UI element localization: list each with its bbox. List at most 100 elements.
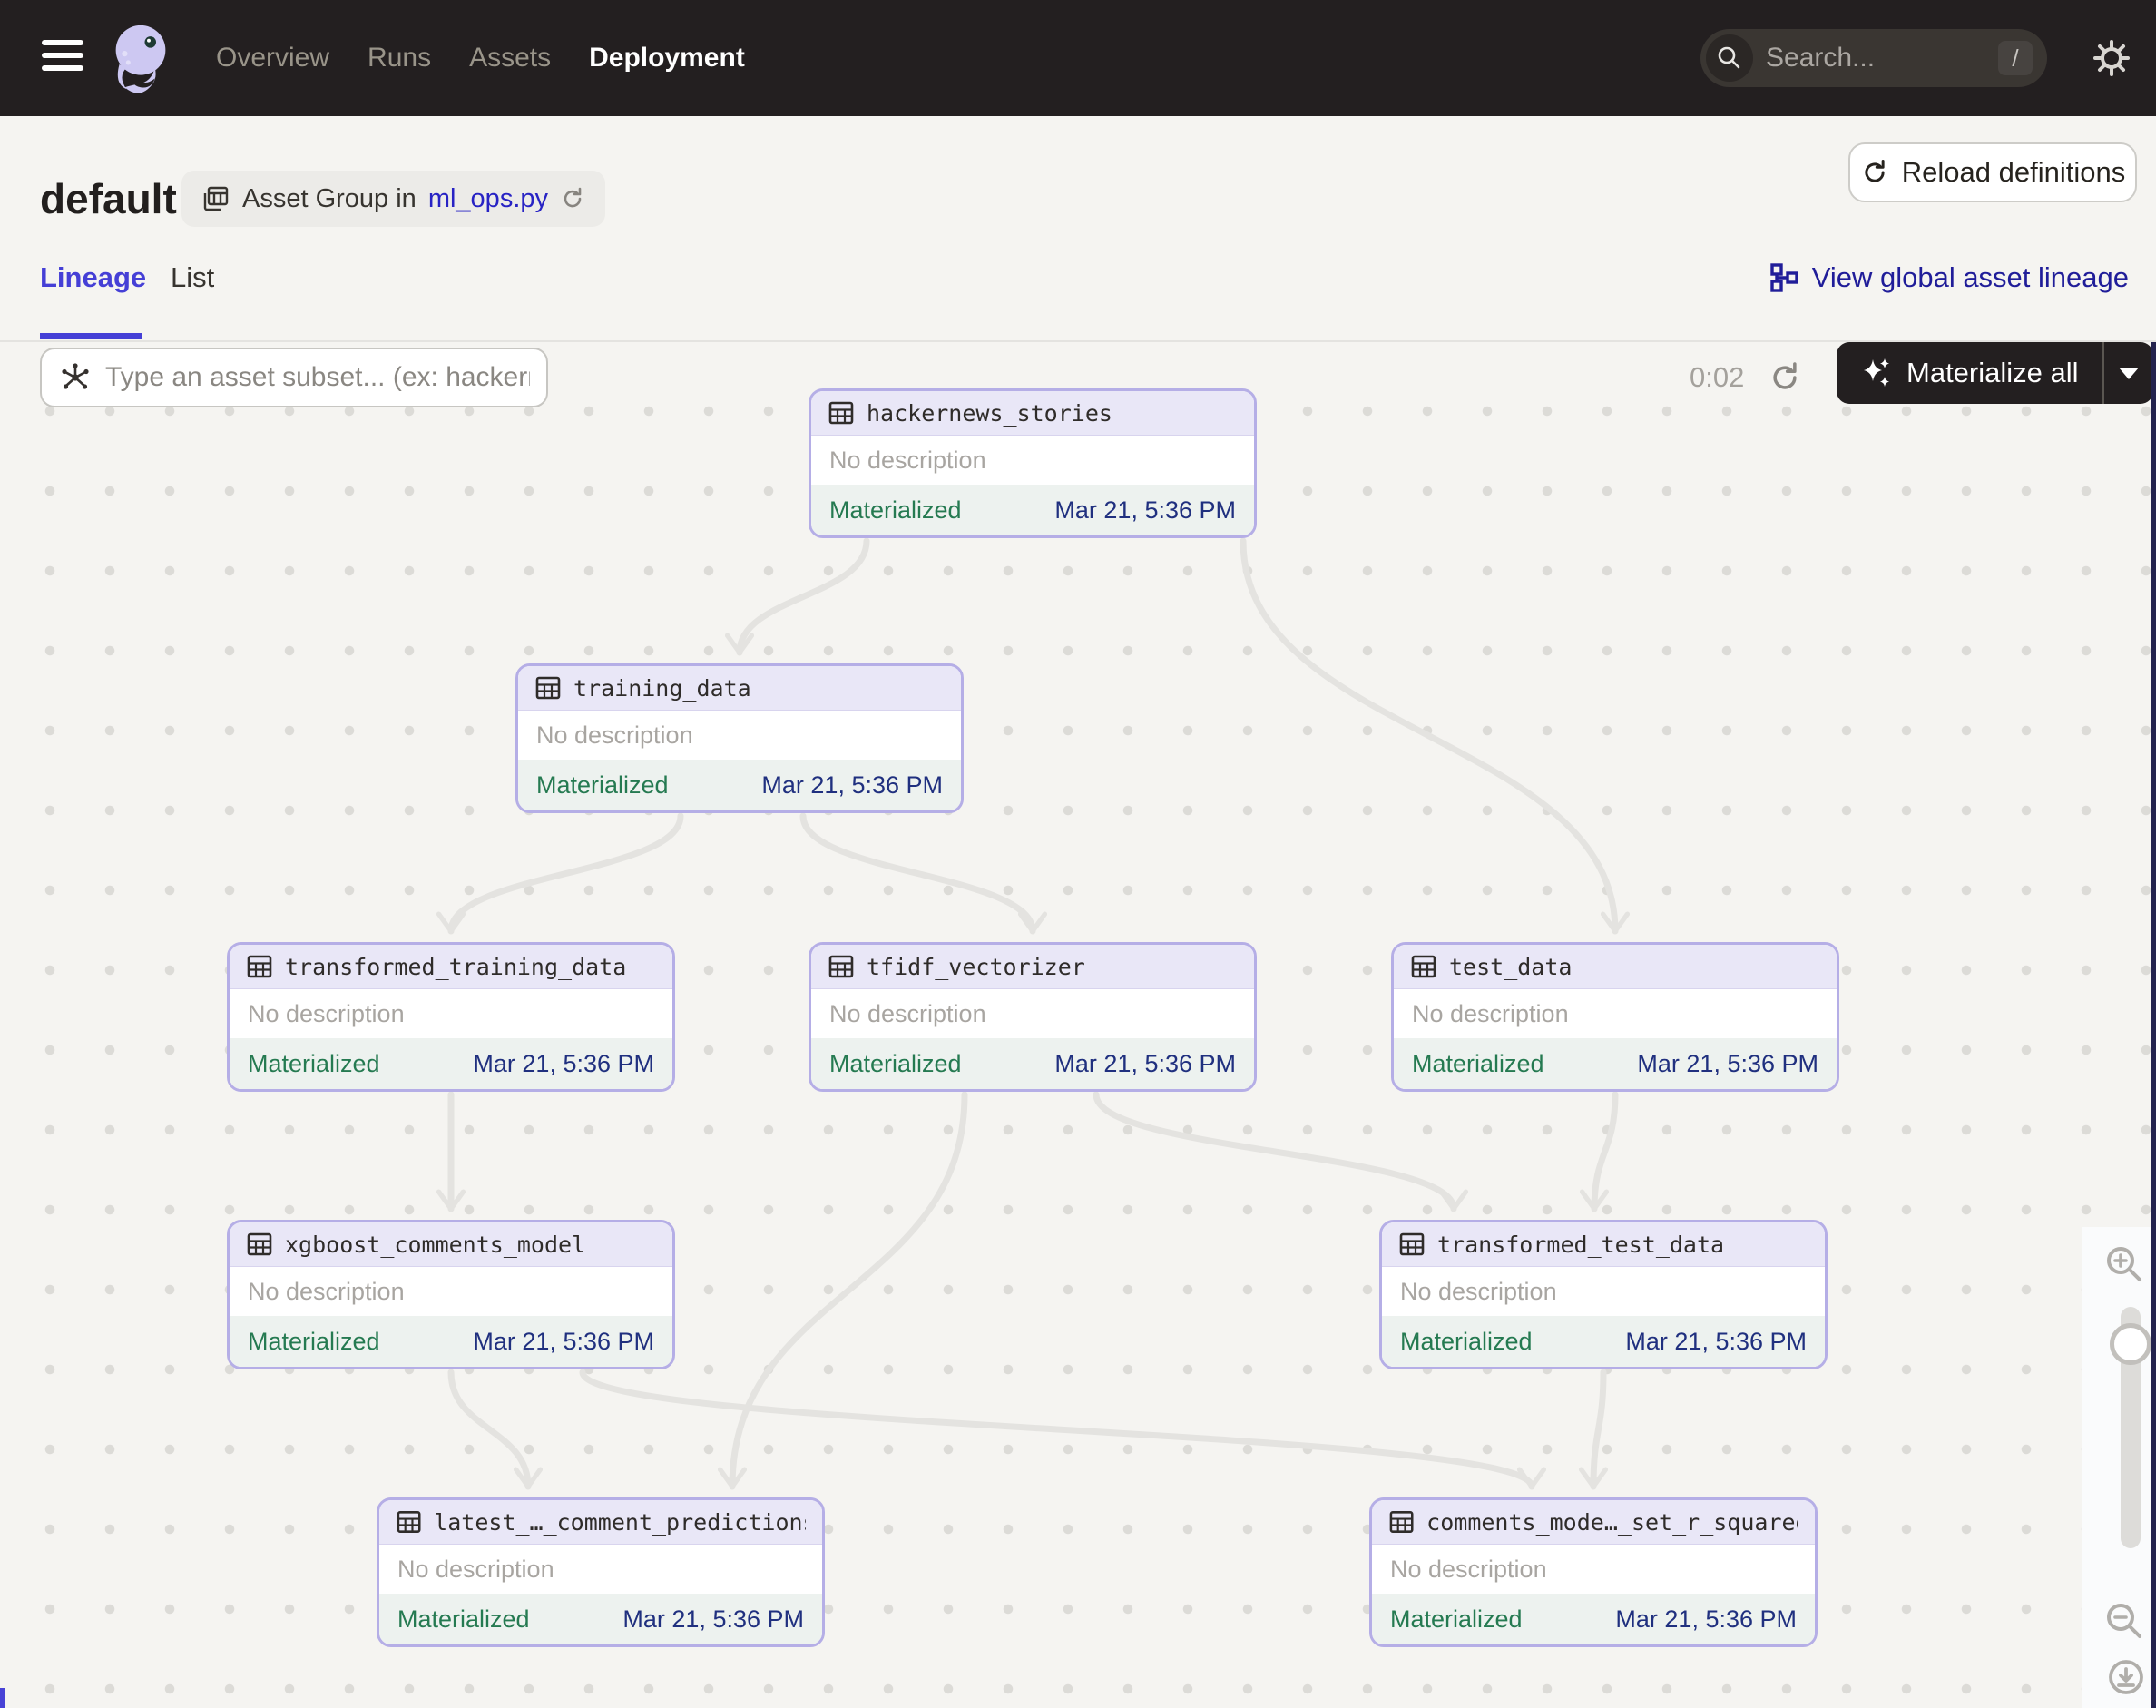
materialized-status: Materialized [829,1049,962,1077]
asset-group-file-link[interactable]: ml_ops.py [428,184,548,214]
asset-node[interactable]: hackernews_stories No description Materi… [808,388,1257,538]
tab-list[interactable]: List [171,261,214,294]
asset-name: transformed_training_data [285,953,627,980]
materialize-all-label: Materialize all [1906,357,2079,388]
asset-description: No description [1400,1277,1557,1305]
asset-name: xgboost_comments_model [285,1231,586,1258]
asset-node-body: No description [230,1267,672,1316]
materialization-timestamp[interactable]: Mar 21, 5:36 PM [1054,496,1236,525]
asset-node-body: No description [518,711,961,760]
asset-description: No description [536,721,693,749]
table-icon [397,1511,421,1533]
view-global-asset-lineage-link[interactable]: View global asset lineage [1768,261,2129,294]
asset-node[interactable]: training_data No description Materialize… [515,663,964,813]
asset-node[interactable]: xgboost_comments_model No description Ma… [227,1220,675,1369]
download-icon[interactable] [2105,1657,2147,1699]
materialization-timestamp[interactable]: Mar 21, 5:36 PM [473,1328,654,1356]
table-icon [535,676,561,700]
asset-description: No description [1390,1555,1547,1583]
asset-node[interactable]: tfidf_vectorizer No description Material… [808,942,1257,1092]
graph-timer: 0:02 [1690,361,1745,393]
asset-node[interactable]: comments_mode…_set_r_squared No descript… [1369,1497,1818,1647]
asset-node[interactable]: latest_…_comment_predictions No descript… [377,1497,825,1647]
materialization-timestamp[interactable]: Mar 21, 5:36 PM [1625,1328,1807,1356]
materialized-status: Materialized [1412,1049,1544,1077]
asset-node-body: No description [379,1545,822,1594]
asset-node-body: No description [811,989,1254,1038]
asset-name: comments_mode…_set_r_squared [1426,1508,1798,1536]
zoom-slider-thumb[interactable] [2110,1323,2151,1365]
asset-node[interactable]: test_data No description Materialized Ma… [1391,942,1839,1092]
nav-item-runs[interactable]: Runs [368,43,431,74]
asset-node-header: transformed_test_data [1382,1222,1825,1267]
page-title: default [40,175,177,222]
reload-definitions-button[interactable]: Reload definitions [1848,142,2137,202]
asset-node-footer: Materialized Mar 21, 5:36 PM [230,1038,672,1089]
gear-icon[interactable] [2090,36,2133,80]
minimap-corner [0,1688,5,1708]
asset-node[interactable]: transformed_test_data No description Mat… [1379,1220,1828,1369]
materialize-all-split-button: Materialize all [1837,342,2153,404]
asset-filter-input[interactable] [105,362,530,393]
asset-node-header: comments_mode…_set_r_squared [1372,1500,1815,1545]
asset-node-footer: Materialized Mar 21, 5:36 PM [1372,1594,1815,1644]
asset-name: tfidf_vectorizer [867,953,1085,980]
table-icon [203,186,229,211]
search-input[interactable] [1766,43,1956,74]
asset-node-header: latest_…_comment_predictions [379,1500,822,1545]
tab-lineage[interactable]: Lineage [40,261,146,294]
materialized-status: Materialized [397,1605,530,1633]
asset-node[interactable]: transformed_training_data No description… [227,942,675,1092]
nav-item-assets[interactable]: Assets [469,43,551,74]
table-icon [828,955,854,978]
asset-description: No description [829,446,986,474]
materialized-status: Materialized [1390,1605,1523,1633]
hamburger-menu-icon[interactable] [42,40,83,76]
asset-name: hackernews_stories [867,399,1112,427]
refresh-icon[interactable] [560,186,585,211]
asset-node-footer: Materialized Mar 21, 5:36 PM [1394,1038,1837,1089]
materialization-timestamp[interactable]: Mar 21, 5:36 PM [622,1605,804,1634]
global-search[interactable]: / [1700,29,2047,87]
refresh-graph-icon[interactable] [1768,360,1802,395]
asset-description: No description [248,999,405,1027]
asset-name: training_data [573,674,751,702]
table-icon [828,401,854,425]
materialize-options-button[interactable] [2104,342,2153,404]
asset-group-badge: Asset Group in ml_ops.py [181,171,605,227]
sparkles-icon [1864,358,1889,387]
asset-node-header: xgboost_comments_model [230,1222,672,1267]
materialization-timestamp[interactable]: Mar 21, 5:36 PM [1054,1050,1236,1078]
asset-name: latest_…_comment_predictions [434,1508,806,1536]
asset-node-footer: Materialized Mar 21, 5:36 PM [811,1038,1254,1089]
materialized-status: Materialized [248,1049,380,1077]
asset-node-header: hackernews_stories [811,391,1254,436]
lineage-graph-icon [1770,263,1798,292]
dagster-logo[interactable] [102,20,180,98]
materialized-status: Materialized [829,496,962,524]
table-icon [1411,955,1436,978]
refresh-icon [1865,159,1885,182]
table-icon [1389,1511,1414,1533]
asset-filter [40,348,548,407]
asset-node-body: No description [811,436,1254,485]
zoom-out-icon[interactable] [2102,1599,2146,1643]
asset-name: test_data [1449,953,1573,980]
materialization-timestamp[interactable]: Mar 21, 5:36 PM [1615,1605,1797,1634]
materialized-status: Materialized [1400,1327,1533,1355]
asset-node-body: No description [1394,989,1837,1038]
materialization-timestamp[interactable]: Mar 21, 5:36 PM [1637,1050,1818,1078]
asset-node-body: No description [1382,1267,1825,1316]
materialization-timestamp[interactable]: Mar 21, 5:36 PM [473,1050,654,1078]
asset-node-footer: Materialized Mar 21, 5:36 PM [379,1594,822,1644]
materialization-timestamp[interactable]: Mar 21, 5:36 PM [761,771,943,800]
asset-group-label: Asset Group in [242,183,416,213]
asset-name: transformed_test_data [1437,1231,1725,1258]
zoom-in-icon[interactable] [2102,1242,2146,1286]
nav-item-overview[interactable]: Overview [216,43,329,74]
asset-node-body: No description [1372,1545,1815,1594]
materialize-all-button[interactable]: Materialize all [1837,342,2102,404]
reload-definitions-label: Reload definitions [1901,156,2126,188]
table-icon [1399,1232,1425,1256]
nav-item-deployment[interactable]: Deployment [589,43,745,74]
